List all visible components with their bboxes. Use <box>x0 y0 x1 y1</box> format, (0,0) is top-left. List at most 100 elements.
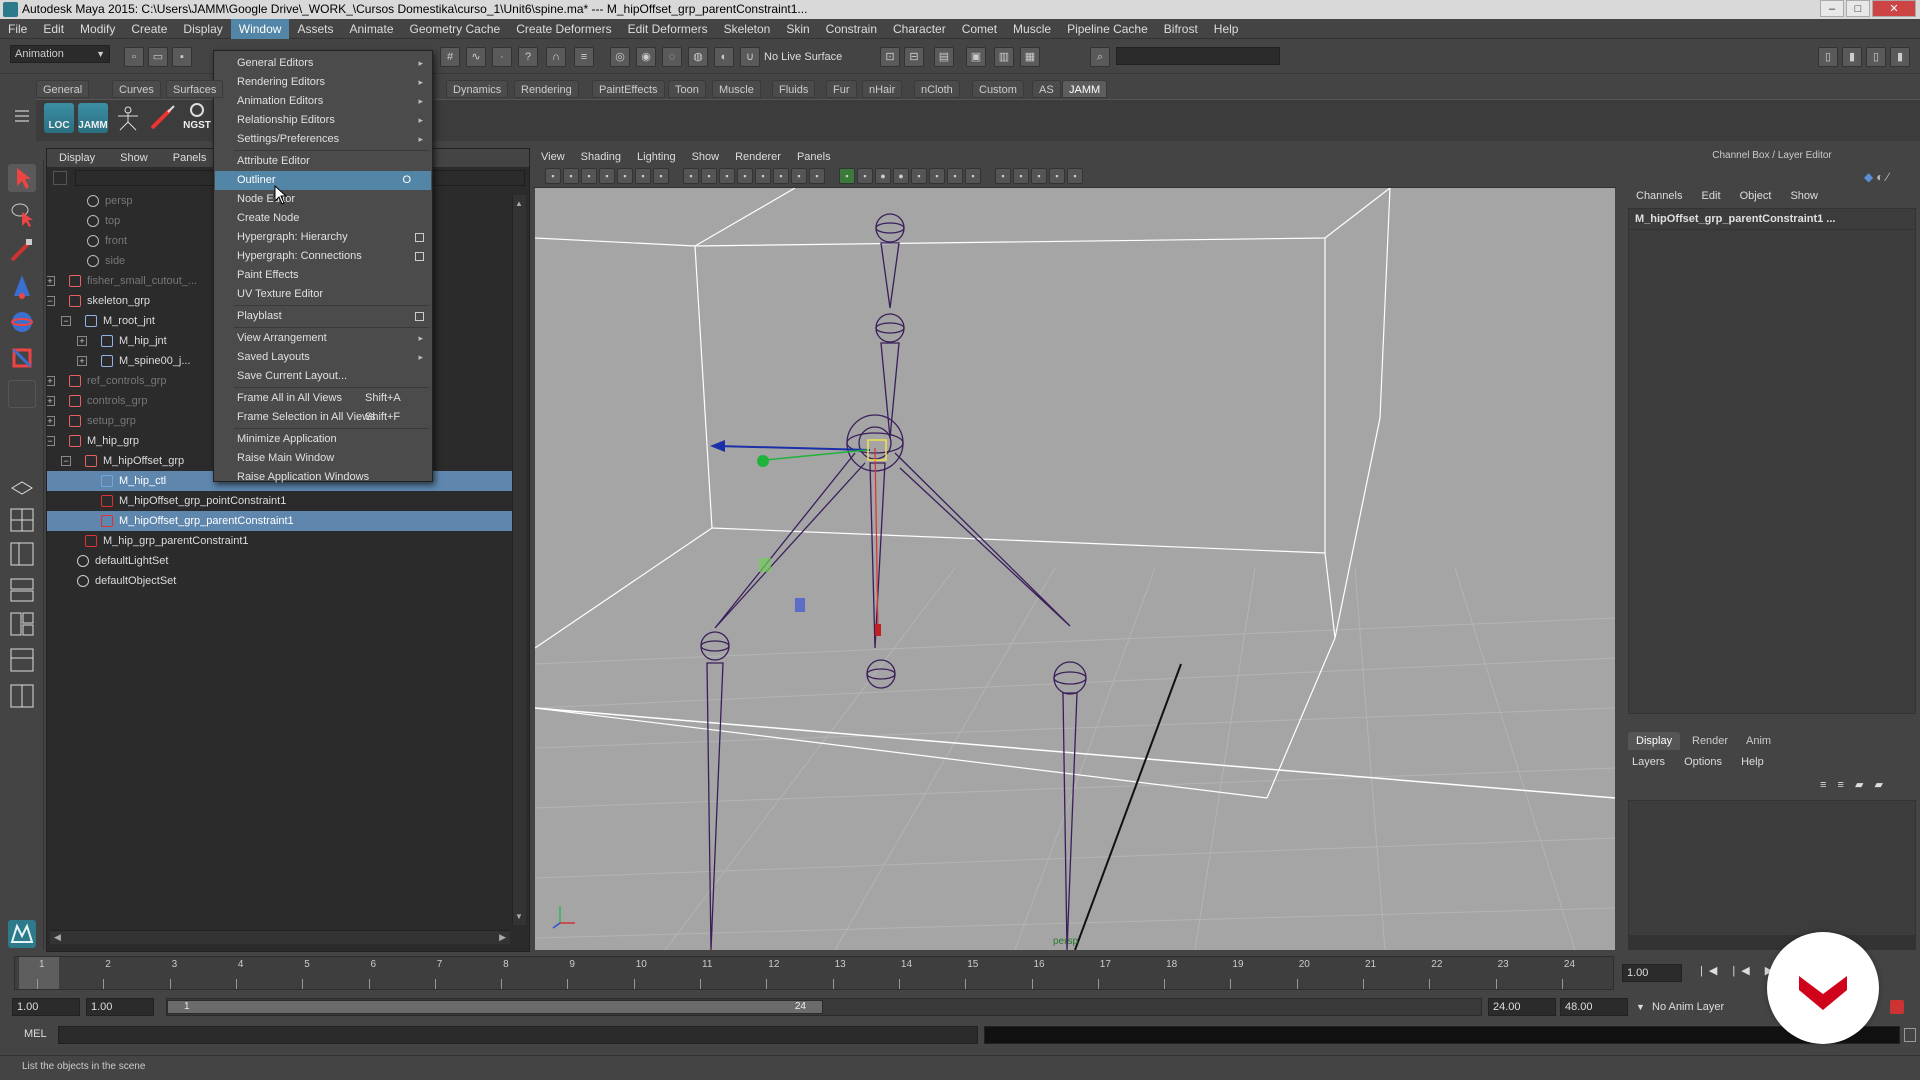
outliner-vertical-scrollbar[interactable]: ▲ ▼ <box>512 195 526 925</box>
snap-grid-icon[interactable]: # <box>440 47 460 67</box>
anim-layer-select[interactable]: ▼ No Anim Layer <box>1634 998 1764 1016</box>
viewport-menu-renderer[interactable]: Renderer <box>727 148 789 166</box>
collapse-icon[interactable]: − <box>47 296 55 306</box>
trax-layout-icon[interactable] <box>8 646 36 674</box>
render-current-icon[interactable]: ▣ <box>966 47 986 67</box>
layer-tab-render[interactable]: Render <box>1684 732 1736 750</box>
command-language-label[interactable]: MEL <box>24 1028 47 1040</box>
shelf-tab-painteffects[interactable]: PaintEffects <box>592 80 665 98</box>
construction-history-icon[interactable]: ▤ <box>934 47 954 67</box>
animation-start-field[interactable]: 1.00 <box>12 998 80 1016</box>
minimize-button[interactable]: – <box>1820 0 1844 17</box>
grid-icon[interactable]: ▪ <box>653 168 669 184</box>
save-scene-icon[interactable]: ▪ <box>172 47 192 67</box>
image-plane-icon[interactable]: ▪ <box>599 168 615 184</box>
manip-y-handle[interactable] <box>757 455 769 467</box>
collapse-icon[interactable]: − <box>47 436 55 446</box>
attribute-editor-toggle-icon[interactable]: ▮ <box>1842 47 1862 67</box>
menu-create[interactable]: Create <box>123 19 175 39</box>
ipr-render-icon[interactable]: ◉ <box>636 47 656 67</box>
layout-icon[interactable]: ▯ <box>1818 47 1838 67</box>
selected-node-name[interactable]: M_hipOffset_grp_parentConstraint1 ... <box>1629 209 1915 230</box>
field-chart-icon[interactable]: ▪ <box>737 168 753 184</box>
playback-end-field[interactable]: 24.00 <box>1488 998 1556 1016</box>
shelf-tab-dynamics[interactable]: Dynamics <box>446 80 509 98</box>
history-icon[interactable]: ≡ <box>574 47 594 67</box>
menu-window[interactable]: Window <box>230 19 290 39</box>
outliner-row[interactable]: M_hip_grp_parentConstraint1 <box>47 531 513 551</box>
window-menu-item-uv-texture-editor[interactable]: UV Texture Editor <box>215 285 431 304</box>
ambient-occlusion-icon[interactable]: ▪ <box>911 168 927 184</box>
gate-mask-icon[interactable]: ▪ <box>719 168 735 184</box>
window-menu-item-minimize-application[interactable]: Minimize Application <box>215 430 431 449</box>
safe-action-icon[interactable]: ▪ <box>755 168 771 184</box>
script-editor-icon[interactable] <box>1904 1028 1916 1042</box>
render-icon[interactable]: ◎ <box>610 47 630 67</box>
select-tool-icon[interactable] <box>8 164 36 192</box>
expand-icon[interactable]: + <box>77 356 87 366</box>
range-bar[interactable]: 1 24 <box>167 1000 823 1014</box>
jamm-shelf-button[interactable]: JAMM <box>78 103 108 133</box>
viewport-menu-show[interactable]: Show <box>684 148 728 166</box>
input-ops-icon[interactable]: ⊡ <box>880 47 900 67</box>
tool-settings-toggle-icon[interactable]: ▯ <box>1866 47 1886 67</box>
menu-skeleton[interactable]: Skeleton <box>716 19 779 39</box>
move-layer-up-icon[interactable]: ≡ <box>1820 779 1826 791</box>
menu-animate[interactable]: Animate <box>341 19 401 39</box>
expand-icon[interactable]: + <box>77 336 87 346</box>
loc-shelf-button[interactable]: LOC <box>44 103 74 133</box>
outliner-row[interactable]: defaultObjectSet <box>47 571 513 591</box>
layer-menu-help[interactable]: Help <box>1733 752 1772 772</box>
depth-of-field-icon[interactable]: ▪ <box>965 168 981 184</box>
window-menu-item-relationship-editors[interactable]: Relationship Editors ▸ <box>215 111 431 130</box>
cb-menu-channels[interactable]: Channels <box>1628 186 1690 206</box>
search-icon[interactable]: ⌕ <box>1090 47 1110 67</box>
menu-comet[interactable]: Comet <box>954 19 1005 39</box>
window-menu-item-paint-effects[interactable]: Paint Effects <box>215 266 431 285</box>
window-menu-item-frame-selection-in-all-views[interactable]: Frame Selection in All Views Shift+F <box>215 408 431 427</box>
layer-tab-display[interactable]: Display <box>1628 732 1681 750</box>
menu-file[interactable]: File <box>0 19 35 39</box>
isolate-select-icon[interactable]: ▪ <box>995 168 1011 184</box>
viewport-menu-lighting[interactable]: Lighting <box>629 148 684 166</box>
wireframe-on-shaded-icon[interactable]: ▪ <box>839 168 855 184</box>
menu-modify[interactable]: Modify <box>72 19 123 39</box>
outliner-horizontal-scrollbar[interactable]: ◀ ▶ <box>50 930 510 944</box>
outliner-menu-display[interactable]: Display <box>47 149 105 167</box>
key-icon[interactable]: ◆ <box>1864 170 1873 184</box>
maximize-button[interactable]: □ <box>1846 0 1870 17</box>
window-menu-item-animation-editors[interactable]: Animation Editors ▸ <box>215 92 431 111</box>
menu-skin[interactable]: Skin <box>778 19 817 39</box>
menu-help[interactable]: Help <box>1206 19 1247 39</box>
menu-pipeline-cache[interactable]: Pipeline Cache <box>1059 19 1156 39</box>
film-gate-icon[interactable]: ▪ <box>683 168 699 184</box>
grease-pencil-icon[interactable]: ▪ <box>635 168 651 184</box>
window-menu-item-frame-all-in-all-views[interactable]: Frame All in All Views Shift+A <box>215 389 431 408</box>
shelf-tab-ncloth[interactable]: nCloth <box>914 80 960 98</box>
outliner-persp-layout-icon[interactable] <box>8 540 36 568</box>
plane-handle-green[interactable] <box>759 558 771 572</box>
shelf-tab-muscle[interactable]: Muscle <box>712 80 761 98</box>
all-lights-icon[interactable]: ● <box>875 168 891 184</box>
menu-edit-deformers[interactable]: Edit Deformers <box>620 19 716 39</box>
hypershade-layout-icon[interactable] <box>8 610 36 638</box>
shadows-icon[interactable]: ● <box>893 168 909 184</box>
shelf-menu-icon[interactable] <box>8 100 36 140</box>
snap-curve-icon[interactable]: ∿ <box>466 47 486 67</box>
help-icon[interactable]: ? <box>518 47 538 67</box>
shelf-tab-nhair[interactable]: nHair <box>862 80 903 98</box>
outliner-row[interactable]: defaultLightSet <box>47 551 513 571</box>
graph-persp-layout-icon[interactable] <box>8 576 36 604</box>
window-menu-item-outliner[interactable]: Outliner O <box>215 171 431 190</box>
hypershade-icon[interactable]: ◍ <box>688 47 708 67</box>
scroll-right-icon[interactable]: ▶ <box>499 932 506 943</box>
animation-end-field[interactable]: 48.00 <box>1560 998 1628 1016</box>
smooth-shade-icon[interactable]: ▪ <box>809 168 825 184</box>
move-layer-down-icon[interactable]: ≡ <box>1837 779 1843 791</box>
menu-bifrost[interactable]: Bifrost <box>1156 19 1206 39</box>
collapse-icon[interactable]: − <box>61 456 71 466</box>
shelf-tab-general[interactable]: General <box>36 80 90 98</box>
window-menu-item-attribute-editor[interactable]: Attribute Editor <box>215 152 431 171</box>
menu-geometry-cache[interactable]: Geometry Cache <box>402 19 509 39</box>
filter-icon[interactable] <box>53 171 67 185</box>
